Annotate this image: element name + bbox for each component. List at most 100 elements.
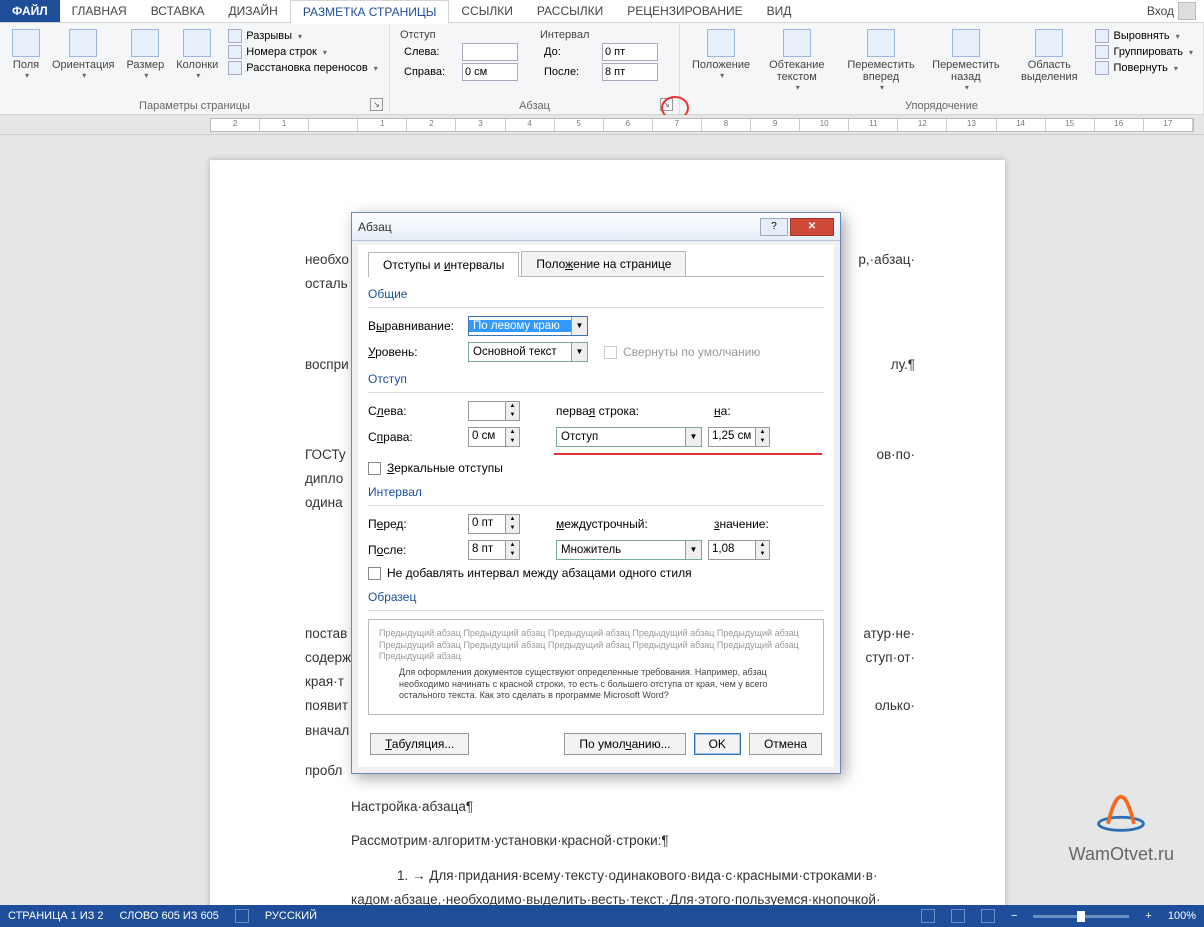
position-button[interactable]: Положение — [686, 27, 756, 82]
alignment-combo[interactable]: По левому краю▼ — [468, 316, 588, 336]
legend-interval: Интервал — [368, 485, 824, 506]
line-spacing-combo[interactable]: Множитель▼ — [556, 540, 702, 560]
ribbon: Поля Ориентация Размер Колонки Разрывы Н… — [0, 23, 1204, 115]
selection-pane-button[interactable]: Область выделения — [1007, 27, 1091, 85]
tab-page-layout[interactable]: РАЗМЕТКА СТРАНИЦЫ — [290, 0, 450, 24]
ribbon-tabs: ФАЙЛ ГЛАВНАЯ ВСТАВКА ДИЗАЙН РАЗМЕТКА СТР… — [0, 0, 1204, 23]
line-numbers-button[interactable]: Номера строк — [228, 45, 378, 59]
dialog-tab-position[interactable]: Положение на странице — [521, 251, 686, 276]
bring-forward-button[interactable]: Переместить вперед — [837, 27, 924, 94]
backward-icon — [952, 29, 980, 57]
rotate-icon — [1095, 61, 1109, 75]
group-label-arrange: Упорядочение — [905, 100, 978, 112]
dialog-titlebar[interactable]: Абзац ? ✕ — [352, 213, 840, 241]
legend-general: Общие — [368, 287, 824, 308]
space-before-spin[interactable]: 0 пт▲▼ — [468, 514, 520, 534]
cancel-button[interactable]: Отмена — [749, 733, 822, 755]
zoom-level[interactable]: 100% — [1168, 910, 1196, 922]
first-line-by-spin[interactable]: 1,25 см▲▼ — [708, 427, 770, 447]
orientation-button[interactable]: Ориентация — [46, 27, 120, 82]
align-button[interactable]: Выровнять — [1095, 29, 1193, 43]
watermark-logo-icon — [1093, 779, 1149, 835]
collapsed-checkbox — [604, 346, 617, 359]
read-mode-icon[interactable] — [921, 909, 935, 923]
status-words[interactable]: СЛОВО 605 ИЗ 605 — [120, 910, 219, 922]
group-label-paragraph: Абзац — [519, 100, 550, 112]
indent-left-spin[interactable]: ▲▼ — [468, 401, 520, 421]
status-page[interactable]: СТРАНИЦА 1 ИЗ 2 — [8, 910, 104, 922]
level-combo[interactable]: Основной текст▼ — [468, 342, 588, 362]
indent-right-spin[interactable]: 0 см▲▼ — [468, 427, 520, 447]
web-layout-icon[interactable] — [981, 909, 995, 923]
breaks-icon — [228, 29, 242, 43]
columns-button[interactable]: Колонки — [170, 27, 224, 82]
position-icon — [707, 29, 735, 57]
columns-icon — [183, 29, 211, 57]
group-label-page-setup: Параметры страницы — [139, 100, 250, 112]
line-spacing-value-spin[interactable]: 1,08▲▼ — [708, 540, 770, 560]
mirror-indents-checkbox[interactable] — [368, 462, 381, 475]
spacing-before-input[interactable] — [602, 43, 658, 61]
highlight-underline — [554, 453, 822, 455]
interval-title: Интервал — [540, 29, 658, 41]
forward-icon — [867, 29, 895, 57]
group-icon — [1095, 45, 1109, 59]
space-after-spin[interactable]: 8 пт▲▼ — [468, 540, 520, 560]
selection-icon — [1035, 29, 1063, 57]
tab-links[interactable]: ССЫЛКИ — [449, 0, 524, 22]
indent-left-input[interactable] — [462, 43, 518, 61]
no-space-checkbox[interactable] — [368, 567, 381, 580]
breaks-button[interactable]: Разрывы — [228, 29, 378, 43]
indent-right-input[interactable] — [462, 63, 518, 81]
line-numbers-icon — [228, 45, 242, 59]
ok-button[interactable]: OK — [694, 733, 741, 755]
rotate-button[interactable]: Повернуть — [1095, 61, 1193, 75]
zoom-in[interactable]: + — [1145, 910, 1151, 922]
preview-box: Предыдущий абзац Предыдущий абзац Предыд… — [368, 619, 824, 715]
group-button[interactable]: Группировать — [1095, 45, 1193, 59]
send-backward-button[interactable]: Переместить назад — [925, 27, 1007, 94]
align-icon — [1095, 29, 1109, 43]
indent-title: Отступ — [400, 29, 518, 41]
legend-sample: Образец — [368, 590, 824, 611]
watermark: WamOtvet.ru — [1069, 779, 1174, 865]
hyphenation-button[interactable]: Расстановка переносов — [228, 61, 378, 75]
paragraph-launcher[interactable]: ↘ — [660, 98, 673, 111]
size-icon — [131, 29, 159, 57]
tab-design[interactable]: ДИЗАЙН — [217, 0, 290, 22]
dialog-title: Абзац — [358, 220, 758, 234]
spacing-after-input[interactable] — [602, 63, 658, 81]
horizontal-ruler[interactable]: 211234567891011121314151617 — [210, 118, 1194, 132]
page-setup-launcher[interactable]: ↘ — [370, 98, 383, 111]
help-button[interactable]: ? — [760, 218, 788, 236]
margins-button[interactable]: Поля — [6, 27, 46, 82]
print-layout-icon[interactable] — [951, 909, 965, 923]
tab-view[interactable]: ВИД — [755, 0, 804, 22]
wrap-button[interactable]: Обтекание текстом — [756, 27, 837, 94]
first-line-combo[interactable]: Отступ▼ — [556, 427, 702, 447]
set-default-button[interactable]: По умолчанию... — [564, 733, 685, 755]
status-language[interactable]: РУССКИЙ — [265, 910, 317, 922]
orientation-icon — [69, 29, 97, 57]
margins-icon — [12, 29, 40, 57]
tab-file[interactable]: ФАЙЛ — [0, 0, 60, 22]
dialog-tab-indents[interactable]: Отступы и интервалы — [368, 252, 519, 277]
wrap-icon — [783, 29, 811, 57]
tab-mailings[interactable]: РАССЫЛКИ — [525, 0, 615, 22]
proofing-icon[interactable] — [235, 909, 249, 923]
zoom-slider[interactable] — [1033, 915, 1129, 918]
tab-insert[interactable]: ВСТАВКА — [139, 0, 217, 22]
ruler-area: 211234567891011121314151617 — [0, 115, 1204, 135]
status-bar: СТРАНИЦА 1 ИЗ 2 СЛОВО 605 ИЗ 605 РУССКИЙ… — [0, 905, 1204, 927]
login[interactable]: Вход — [1139, 2, 1204, 20]
tab-home[interactable]: ГЛАВНАЯ — [60, 0, 139, 22]
tabs-button[interactable]: Табуляция... — [370, 733, 469, 755]
tab-review[interactable]: РЕЦЕНЗИРОВАНИЕ — [615, 0, 754, 22]
hyphenation-icon — [228, 61, 242, 75]
size-button[interactable]: Размер — [120, 27, 170, 82]
zoom-out[interactable]: − — [1011, 910, 1017, 922]
user-icon — [1178, 2, 1196, 20]
paragraph-dialog: Абзац ? ✕ Отступы и интервалы Положение … — [351, 212, 841, 774]
legend-indent: Отступ — [368, 372, 824, 393]
close-button[interactable]: ✕ — [790, 218, 834, 236]
